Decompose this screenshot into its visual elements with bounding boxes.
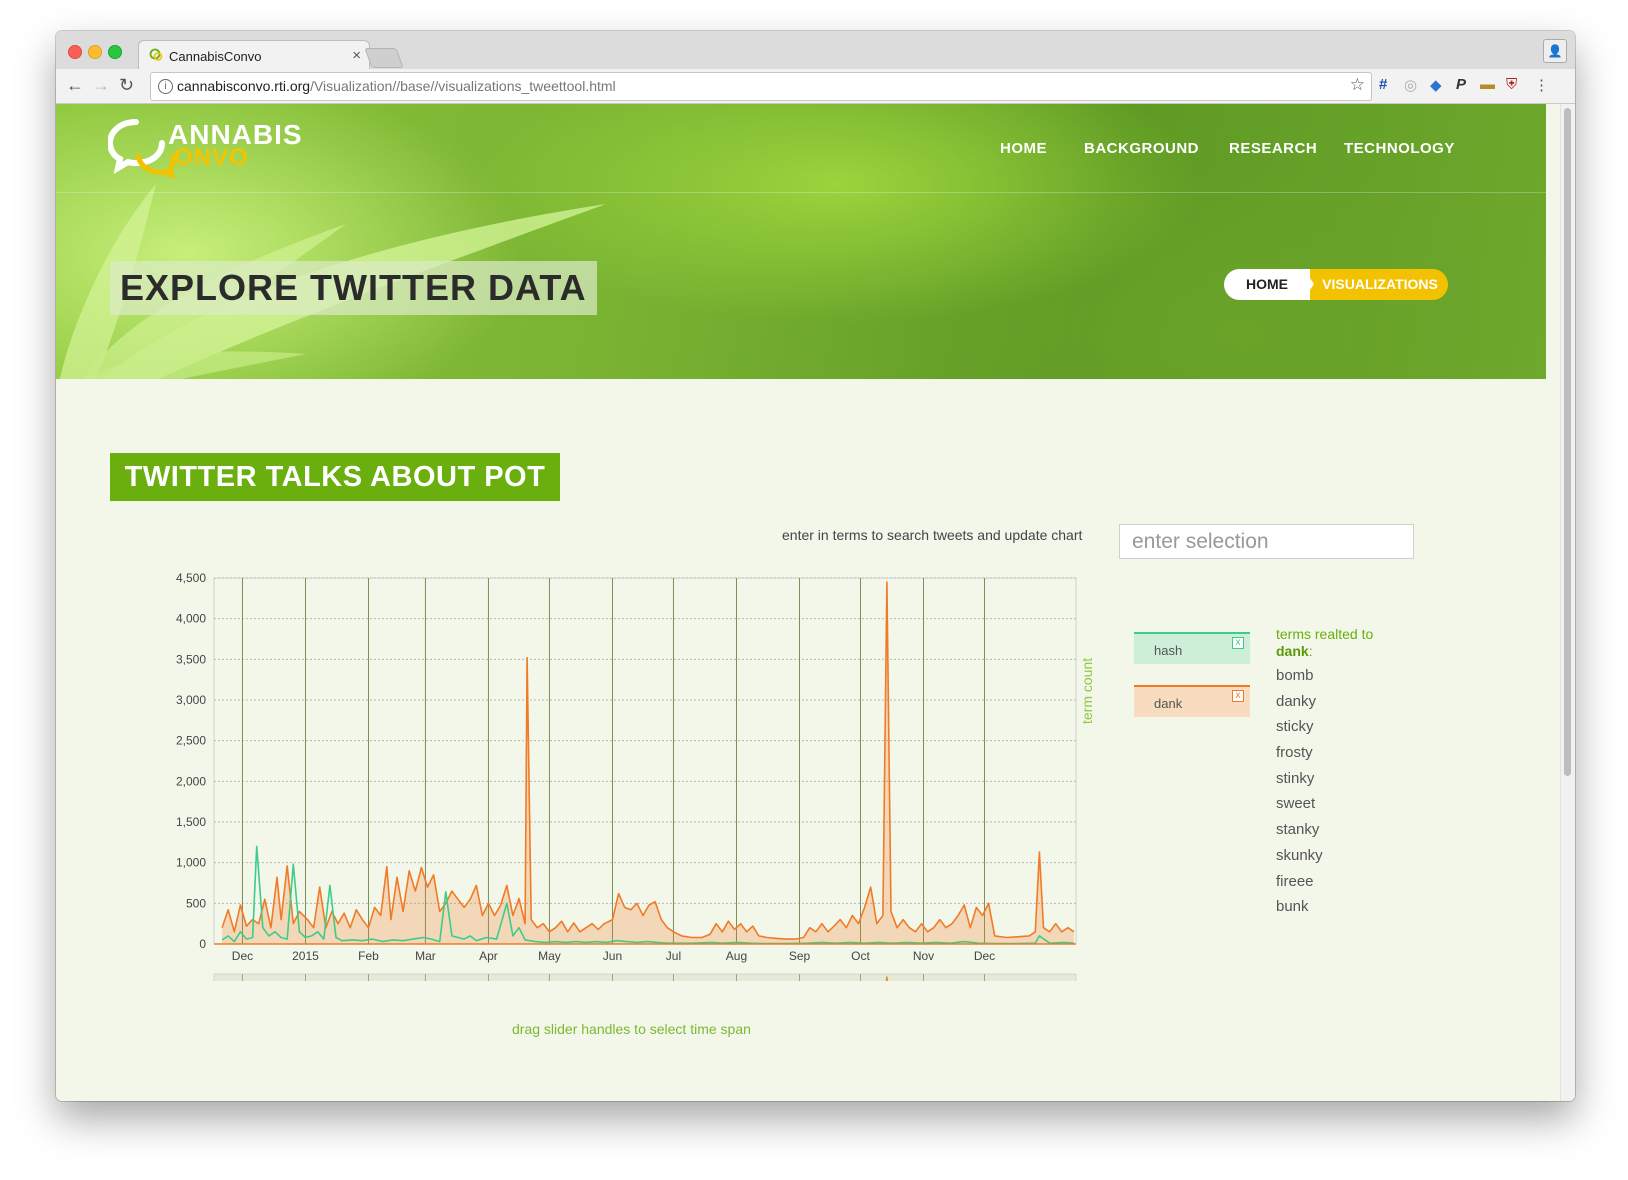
profile-icon[interactable]: 👤 xyxy=(1543,39,1567,63)
related-term-item[interactable]: sweet xyxy=(1276,795,1323,821)
related-term-item[interactable]: sticky xyxy=(1276,718,1323,744)
related-term-item[interactable]: danky xyxy=(1276,693,1323,719)
address-url: cannabisconvo.rti.org/Visualization//bas… xyxy=(177,78,616,94)
nav-home[interactable]: HOME xyxy=(1000,140,1047,157)
hashtag-extension-icon[interactable]: # xyxy=(1379,76,1387,93)
y-tick-label: 4,500 xyxy=(176,571,206,585)
breadcrumb-visualizations-label: VISUALIZATIONS xyxy=(1322,276,1438,292)
x-tick-label: Sep xyxy=(789,949,811,963)
y-tick-label: 1,000 xyxy=(176,856,206,870)
page-title: EXPLORE TWITTER DATA xyxy=(110,261,597,315)
logo-text-bottom: ONVO xyxy=(174,144,249,171)
scrollbar-thumb[interactable] xyxy=(1564,108,1571,776)
address-bar[interactable]: i cannabisconvo.rti.org/Visualization//b… xyxy=(150,72,1372,101)
hero-banner: ANNABIS ONVO HOME BACKGROUND RESEARCH TE… xyxy=(56,104,1546,379)
term-search-input[interactable] xyxy=(1119,524,1414,559)
page-content: ANNABIS ONVO HOME BACKGROUND RESEARCH TE… xyxy=(56,104,1546,1101)
term-chip-hash[interactable]: hash x xyxy=(1134,632,1250,664)
tab-close-icon[interactable]: × xyxy=(352,47,361,64)
y-tick-label: 2,000 xyxy=(176,774,206,788)
related-suffix: : xyxy=(1308,643,1313,659)
nav-background[interactable]: BACKGROUND xyxy=(1084,140,1199,157)
url-path: /Visualization//base//visualizations_twe… xyxy=(310,78,616,94)
remove-term-icon[interactable]: x xyxy=(1232,637,1244,649)
nav-research[interactable]: RESEARCH xyxy=(1229,140,1317,157)
x-tick-label: May xyxy=(538,949,561,963)
p-extension-icon[interactable]: P xyxy=(1456,76,1466,93)
term-chip-label: hash xyxy=(1154,643,1183,658)
remove-term-icon[interactable]: x xyxy=(1232,690,1244,702)
x-tick-label: Feb xyxy=(358,949,379,963)
y-axis-label: term count xyxy=(1079,657,1095,724)
y-tick-label: 3,500 xyxy=(176,652,206,666)
search-hint: enter in terms to search tweets and upda… xyxy=(782,527,1083,543)
x-tick-label: Jul xyxy=(666,949,681,963)
forward-icon[interactable]: → xyxy=(92,75,110,96)
x-tick-label: Dec xyxy=(232,949,253,963)
menu-dots-icon[interactable]: ⋮ xyxy=(1534,76,1549,94)
related-term-item[interactable]: frosty xyxy=(1276,744,1323,770)
close-window-icon[interactable] xyxy=(68,45,82,59)
term-chip-dank[interactable]: dank x xyxy=(1134,685,1250,717)
series-area-dank xyxy=(222,582,1075,944)
tray-extension-icon[interactable]: ▬ xyxy=(1480,76,1495,93)
reload-icon[interactable]: ↻ xyxy=(119,75,134,96)
related-term-item[interactable]: stinky xyxy=(1276,770,1323,796)
slider-track[interactable] xyxy=(213,973,1077,981)
site-logo[interactable]: ANNABIS ONVO xyxy=(108,116,318,178)
term-count-chart[interactable]: 0 500 1,000 1,500 2,000 2,500 3,000 3,500 4,000 4… xyxy=(156,566,1096,981)
tab-title: CannabisConvo xyxy=(169,49,262,64)
x-tick-label: Oct xyxy=(851,949,870,963)
site-info-icon[interactable]: i xyxy=(158,79,173,94)
y-tick-label: 0 xyxy=(199,937,206,951)
x-tick-label: Apr xyxy=(479,949,498,963)
chart-frame xyxy=(213,577,1077,945)
y-tick-label: 3,000 xyxy=(176,693,206,707)
breadcrumb-arrow-icon xyxy=(1304,269,1314,299)
series-line-dank xyxy=(221,581,1075,940)
circle-extension-icon[interactable]: ◎ xyxy=(1404,76,1417,94)
breadcrumb: VISUALIZATIONS HOME xyxy=(1224,269,1448,300)
x-tick-label: 2015 xyxy=(292,949,319,963)
page-scrollbar[interactable] xyxy=(1560,104,1575,1101)
shield-extension-icon[interactable]: ⛨ xyxy=(1506,76,1517,93)
section-title: TWITTER TALKS ABOUT POT xyxy=(110,453,560,501)
new-tab-button[interactable] xyxy=(364,48,404,68)
favicon-icon xyxy=(149,48,163,61)
related-term-item[interactable]: bunk xyxy=(1276,898,1323,924)
x-tick-label: Dec xyxy=(974,949,995,963)
related-term-item[interactable]: skunky xyxy=(1276,847,1323,873)
zoom-window-icon[interactable] xyxy=(108,45,122,59)
y-tick-label: 500 xyxy=(186,896,206,910)
related-terms-list: bomb danky sticky frosty stinky sweet stanky sk… xyxy=(1276,667,1323,924)
cap-extension-icon[interactable]: ◆ xyxy=(1430,76,1442,94)
related-term-item[interactable]: stanky xyxy=(1276,821,1323,847)
browser-toolbar: ← → ↻ i cannabisconvo.rti.org/Visualizat… xyxy=(56,69,1575,104)
breadcrumb-visualizations: VISUALIZATIONS xyxy=(1304,269,1448,300)
related-term: dank xyxy=(1276,643,1309,659)
x-tick-label: Mar xyxy=(415,949,436,963)
breadcrumb-home[interactable]: HOME xyxy=(1224,269,1310,300)
tab-strip: CannabisConvo × 👤 xyxy=(56,31,1575,71)
y-tick-label: 2,500 xyxy=(176,734,206,748)
url-host: cannabisconvo.rti.org xyxy=(177,78,311,94)
bookmark-star-icon[interactable]: ☆ xyxy=(1350,75,1365,95)
nav-technology[interactable]: TECHNOLOGY xyxy=(1344,140,1455,157)
term-chip-label: dank xyxy=(1154,696,1183,711)
minimize-window-icon[interactable] xyxy=(88,45,102,59)
x-tick-label: Jun xyxy=(603,949,622,963)
x-tick-label: Aug xyxy=(726,949,747,963)
related-term-item[interactable]: bomb xyxy=(1276,667,1323,693)
back-icon[interactable]: ← xyxy=(66,75,84,96)
hero-divider xyxy=(56,192,1546,193)
y-tick-label: 4,000 xyxy=(176,612,206,626)
slider-hint: drag slider handles to select time span xyxy=(512,1021,751,1037)
y-tick-label: 1,500 xyxy=(176,815,206,829)
related-terms-heading: terms realted to dank: xyxy=(1276,626,1373,660)
browser-tab[interactable]: CannabisConvo × xyxy=(138,40,370,71)
related-term-item[interactable]: fireee xyxy=(1276,873,1323,899)
browser-window: CannabisConvo × 👤 ← → ↻ i cannabisconvo.… xyxy=(56,31,1575,1101)
x-tick-label: Nov xyxy=(913,949,934,963)
related-prefix: terms realted to xyxy=(1276,626,1374,642)
